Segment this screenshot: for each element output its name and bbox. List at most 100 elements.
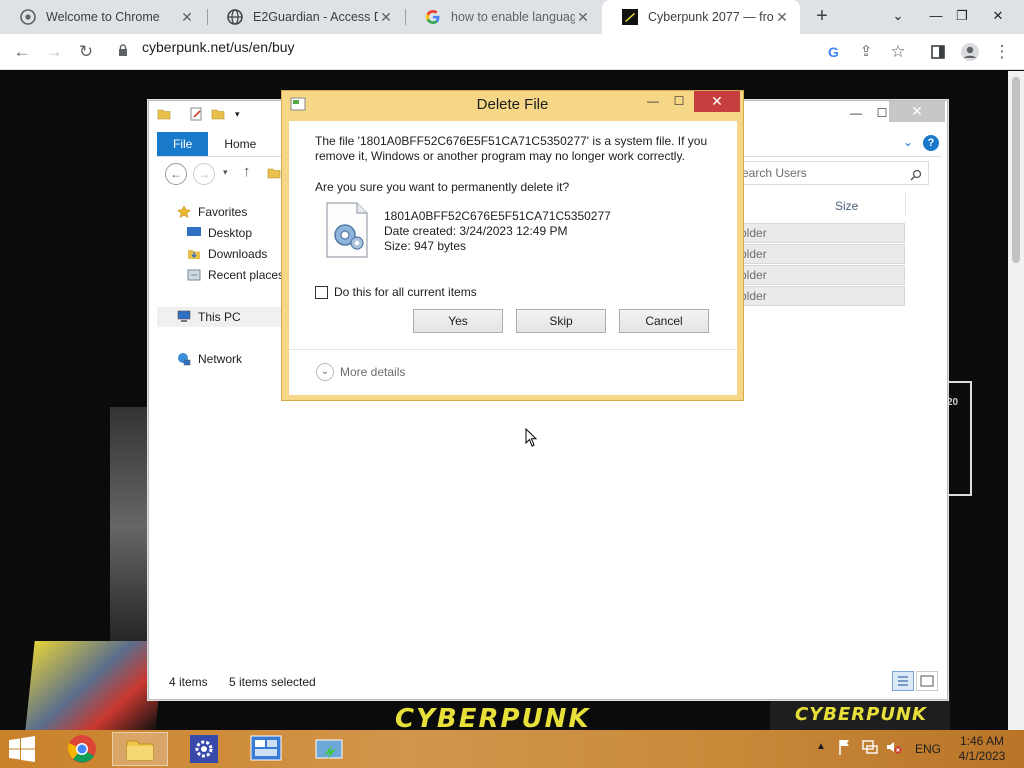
nav-label: Favorites: [198, 205, 248, 219]
folder-icon: [157, 107, 171, 124]
dialog-divider: [289, 349, 737, 350]
close-tab-icon[interactable]: ✕: [179, 9, 195, 26]
ribbon-expand-chevron-icon[interactable]: ⌄: [903, 135, 913, 149]
nav-item-desktop[interactable]: Desktop: [187, 226, 252, 240]
file-name: 1801A0BFF52C676E5F51CA71C5350277: [384, 209, 611, 223]
tab-cyberpunk[interactable]: Cyberpunk 2077 — from ✕: [602, 0, 800, 34]
properties-icon[interactable]: [189, 107, 203, 124]
up-arrow-icon[interactable]: ↑: [243, 163, 251, 180]
action-center-flag-icon[interactable]: [838, 739, 852, 758]
nav-item-downloads[interactable]: Downloads: [187, 247, 267, 261]
taskbar-server-manager-icon[interactable]: [238, 732, 294, 766]
file-list-row[interactable]: older: [739, 244, 905, 264]
close-tab-icon[interactable]: ✕: [575, 9, 591, 26]
network-icon: [177, 352, 193, 366]
column-divider: [905, 193, 906, 215]
downloads-folder-icon: [187, 247, 203, 261]
nav-item-recent-places[interactable]: Recent places: [187, 268, 284, 282]
nav-item-this-pc[interactable]: This PC: [177, 310, 241, 324]
more-details-toggle[interactable]: ⌄ More details: [316, 363, 405, 381]
tab-title: E2Guardian - Access Den: [253, 10, 378, 24]
recent-locations-chevron-icon[interactable]: ▾: [223, 167, 228, 178]
close-tab-icon[interactable]: ✕: [378, 9, 394, 26]
status-item-count: 4 items: [169, 675, 208, 689]
tab-search-chevron-icon[interactable]: ⌄: [882, 0, 914, 34]
nav-item-favorites[interactable]: Favorites: [177, 205, 247, 219]
ribbon-tabs: File Home: [157, 132, 272, 156]
close-window-icon[interactable]: ✕: [982, 0, 1014, 34]
column-header-size[interactable]: Size: [835, 199, 858, 213]
taskbar-clock[interactable]: 1:46 AM 4/1/2023: [952, 734, 1012, 764]
checkbox-label: Do this for all current items: [334, 285, 477, 299]
file-list-row[interactable]: older: [739, 286, 905, 306]
bookmark-star-icon[interactable]: ☆: [886, 40, 910, 64]
back-arrow-icon[interactable]: ←: [10, 40, 34, 64]
profile-avatar-icon[interactable]: [958, 40, 982, 64]
more-details-label: More details: [340, 365, 406, 379]
taskbar-task-scheduler-icon[interactable]: [302, 732, 358, 766]
side-panel-icon[interactable]: [926, 40, 950, 64]
windows-start-icon[interactable]: [8, 736, 38, 762]
cyberpunk-icon: [622, 9, 638, 25]
search-users-input[interactable]: earch Users: [739, 161, 929, 185]
file-info: 1801A0BFF52C676E5F51CA71C5350277 Date cr…: [384, 209, 611, 254]
dialog-maximize-icon[interactable]: ☐: [666, 91, 692, 111]
taskbar-file-explorer-icon[interactable]: [112, 732, 168, 766]
yes-button[interactable]: Yes: [413, 309, 503, 333]
tab-language-search[interactable]: how to enable language ✕: [405, 0, 601, 34]
tab-welcome-to-chrome[interactable]: Welcome to Chrome ✕: [0, 0, 205, 34]
show-hidden-icons-icon[interactable]: ▲: [816, 741, 826, 752]
globe-icon: [227, 9, 243, 25]
file-list-row[interactable]: older: [739, 223, 905, 243]
apply-to-all-checkbox[interactable]: Do this for all current items: [315, 285, 477, 299]
restore-icon[interactable]: ❐: [946, 0, 978, 34]
large-icons-view-icon[interactable]: [916, 671, 938, 691]
dialog-close-button[interactable]: ✕: [694, 91, 740, 112]
help-icon[interactable]: ?: [923, 135, 939, 151]
volume-muted-icon[interactable]: [886, 739, 902, 758]
network-tray-icon[interactable]: [862, 739, 878, 758]
dialog-body: The file '1801A0BFF52C676E5F51CA71C53502…: [289, 121, 737, 395]
quick-access-dropdown-icon[interactable]: ▾: [235, 109, 240, 120]
menu-kebab-icon[interactable]: ⋮: [990, 40, 1014, 64]
search-placeholder: earch Users: [742, 166, 807, 180]
forward-arrow-icon[interactable]: →: [42, 40, 66, 64]
tab-title: how to enable language: [451, 10, 575, 24]
nav-label: Recent places: [208, 268, 285, 282]
lock-icon[interactable]: [118, 44, 128, 56]
page-scrollbar[interactable]: [1008, 71, 1024, 730]
share-icon[interactable]: ⇪: [854, 40, 878, 64]
explorer-close-button[interactable]: ✕: [889, 101, 945, 122]
tab-e2guardian[interactable]: E2Guardian - Access Den ✕: [207, 0, 404, 34]
tab-file[interactable]: File: [157, 132, 209, 156]
clock-date: 4/1/2023: [958, 749, 1006, 763]
dialog-minimize-icon[interactable]: —: [640, 91, 666, 111]
file-list-row[interactable]: older: [739, 265, 905, 285]
nav-item-network[interactable]: Network: [177, 352, 242, 366]
windows-taskbar: ▲ ENG 1:46 AM 4/1/2023: [0, 730, 1024, 768]
taskbar-settings-icon[interactable]: [176, 732, 232, 766]
new-tab-button[interactable]: +: [810, 4, 834, 28]
details-view-icon[interactable]: [892, 671, 914, 691]
star-icon: [177, 205, 193, 219]
google-lens-icon[interactable]: G: [822, 40, 846, 64]
skip-button[interactable]: Skip: [516, 309, 606, 333]
input-language-indicator[interactable]: ENG: [915, 742, 941, 756]
checkbox-box[interactable]: [315, 285, 328, 299]
address-bar[interactable]: cyberpunk.net/us/en/buy: [142, 39, 295, 55]
explorer-minimize-icon[interactable]: —: [843, 103, 869, 123]
explorer-back-icon[interactable]: ←: [165, 163, 187, 185]
desktop-icon: [187, 226, 203, 240]
scrollbar-thumb[interactable]: [1012, 77, 1020, 263]
dialog-app-icon: [290, 97, 306, 111]
close-tab-icon[interactable]: ✕: [774, 9, 790, 26]
tab-home[interactable]: Home: [208, 132, 272, 156]
reload-icon[interactable]: ↻: [74, 40, 98, 64]
new-folder-icon[interactable]: [211, 107, 225, 124]
status-selected-count: 5 items selected: [229, 675, 316, 689]
nav-label: Network: [198, 352, 243, 366]
taskbar-chrome-icon[interactable]: [54, 732, 110, 766]
cancel-button[interactable]: Cancel: [619, 309, 709, 333]
explorer-forward-icon[interactable]: →: [193, 163, 215, 185]
delete-confirmation-question: Are you sure you want to permanently del…: [315, 180, 570, 194]
